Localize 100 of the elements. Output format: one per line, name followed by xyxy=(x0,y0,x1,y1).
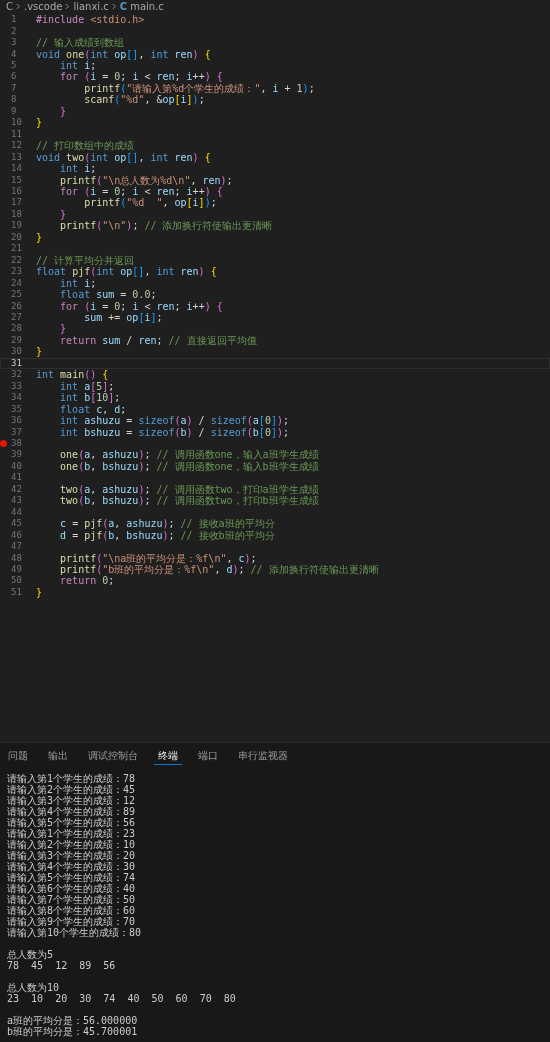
panel-tab[interactable]: 串行监视器 xyxy=(234,747,292,765)
line-number: 2 xyxy=(11,25,17,37)
line-number: 44 xyxy=(11,506,22,518)
line-number: 20 xyxy=(11,231,22,243)
code-line: for (i = 0; i < ren; i++) { xyxy=(59,71,223,83)
code-line: two(a, ashuzu); // 调用函数two，打印a班学生成绩 xyxy=(59,483,319,495)
line-number: 41 xyxy=(11,472,22,484)
line-number: 4 xyxy=(11,48,17,60)
code-line: printf("b班的平均分是：%f\n", d); // 添加换行符使输出更清晰 xyxy=(59,563,379,575)
code-line: for (i = 0; i < ren; i++) { xyxy=(59,300,223,312)
panel-tab[interactable]: 端口 xyxy=(194,747,222,765)
code-line: printf("\n"); // 添加换行符使输出更清晰 xyxy=(59,220,273,232)
code-line: printf("\na班的平均分是：%f\n", c); xyxy=(59,552,257,564)
code-line: // 计算平均分并返回 xyxy=(36,254,135,266)
terminal-output-line: 请输入第1个学生的成绩：23 xyxy=(7,828,137,839)
line-number: 47 xyxy=(11,541,22,553)
line-number: 34 xyxy=(11,392,22,404)
line-number: 13 xyxy=(11,151,22,163)
breadcrumb-item[interactable]: C xyxy=(6,0,13,13)
line-number: 11 xyxy=(11,128,22,140)
code-line: sum += op[i]; xyxy=(83,312,163,323)
panel-tab[interactable]: 终端 xyxy=(154,747,182,765)
code-line: c = pjf(a, ashuzu); // 接收a班的平均分 xyxy=(59,518,275,530)
code-line: float sum = 0.0; xyxy=(59,289,157,301)
terminal-output-line: 请输入第3个学生的成绩：12 xyxy=(7,795,137,806)
code-line: void one(int op[], int ren) { xyxy=(36,48,211,60)
line-number: 27 xyxy=(11,312,22,323)
line-number: 39 xyxy=(11,449,22,461)
terminal-output-line: 请输入第5个学生的成绩：56 xyxy=(7,817,137,828)
code-line: } xyxy=(59,323,67,335)
line-number: 19 xyxy=(11,220,22,232)
breadcrumb-item[interactable]: main.c xyxy=(130,0,164,13)
code-line: for (i = 0; i < ren; i++) { xyxy=(59,186,223,197)
code-line: return sum / ren; // 直接返回平均值 xyxy=(59,334,257,346)
line-number: 30 xyxy=(11,346,22,358)
code-line: int a[5]; xyxy=(59,380,115,392)
code-line: int bshuzu = sizeof(b) / sizeof(b[0]); xyxy=(59,426,289,438)
code-line: one(b, bshuzu); // 调用函数one，输入b班学生成绩 xyxy=(59,460,319,472)
breadcrumb-item[interactable]: .vscode xyxy=(24,0,63,13)
code-line: float c, d; xyxy=(59,403,127,415)
line-number: 43 xyxy=(11,495,22,507)
panel-tab[interactable]: 问题 xyxy=(4,747,32,765)
terminal-output-line: 请输入第4个学生的成绩：89 xyxy=(7,806,137,817)
line-number: 31 xyxy=(11,357,22,369)
line-number: 26 xyxy=(11,300,22,312)
code-line: float pjf(int op[], int ren) { xyxy=(36,266,217,278)
line-number: 24 xyxy=(11,277,22,289)
line-number: 7 xyxy=(11,82,17,94)
chevron-icon xyxy=(16,3,21,10)
line-number: 50 xyxy=(11,575,22,587)
breadcrumb-item[interactable]: lianxi.c xyxy=(73,0,109,13)
code-line: } xyxy=(36,117,43,129)
line-number: 12 xyxy=(11,140,22,152)
line-number: 5 xyxy=(11,60,17,72)
terminal-output-line: 请输入第1个学生的成绩：78 xyxy=(7,773,137,784)
line-number: 28 xyxy=(11,323,22,335)
terminal-output-line: a班的平均分是：56.000000 xyxy=(7,1015,139,1026)
panel-tab[interactable]: 输出 xyxy=(44,747,72,765)
line-number: 21 xyxy=(11,243,22,255)
line-number: 3 xyxy=(11,37,17,49)
code-line: void two(int op[], int ren) { xyxy=(36,151,211,163)
code-line: } xyxy=(59,105,67,117)
code-line: #include <stdio.h> xyxy=(36,14,145,26)
chevron-icon xyxy=(111,3,117,10)
terminal-output-line: 请输入第7个学生的成绩：50 xyxy=(7,894,137,905)
terminal-output-line: 请输入第8个学生的成绩：60 xyxy=(7,905,137,916)
line-number: 10 xyxy=(11,117,22,129)
line-number: 46 xyxy=(11,529,22,541)
code-line: d = pjf(b, bshuzu); // 接收b班的平均分 xyxy=(59,529,275,541)
terminal-output-line: 请输入第9个学生的成绩：70 xyxy=(7,916,137,927)
line-number: 14 xyxy=(11,163,22,175)
line-number: 16 xyxy=(11,186,22,197)
line-number: 25 xyxy=(11,289,22,301)
breakpoint-dot[interactable] xyxy=(0,439,7,447)
code-line: } xyxy=(36,346,43,358)
code-line: int b[10]; xyxy=(59,392,121,404)
line-number: 15 xyxy=(11,174,22,186)
line-number: 33 xyxy=(11,380,22,392)
code-line: } xyxy=(59,208,67,220)
line-number: 42 xyxy=(11,483,22,495)
code-line: printf("\n总人数为%d\n", ren); xyxy=(59,174,233,186)
line-number: 9 xyxy=(11,105,17,117)
line-number: 22 xyxy=(11,254,22,266)
code-line: // 打印数组中的成绩 xyxy=(36,140,135,152)
code-line: int ashuzu = sizeof(a) / sizeof(a[0]); xyxy=(59,415,289,427)
c-file-icon: C xyxy=(119,0,128,13)
line-number: 38 xyxy=(11,438,22,449)
terminal-output-line: 请输入第10个学生的成绩：80 xyxy=(7,927,143,938)
code-line: // 输入成绩到数组 xyxy=(36,37,125,49)
line-number: 49 xyxy=(11,563,22,575)
terminal-output-line: 23 10 20 30 74 40 50 60 70 80 xyxy=(7,993,237,1004)
terminal-output-line: b班的平均分是：45.700001 xyxy=(7,1026,139,1037)
line-number: 40 xyxy=(11,460,22,472)
code-line: int i; xyxy=(59,60,97,72)
line-number: 51 xyxy=(11,586,22,598)
line-number: 36 xyxy=(11,415,22,427)
terminal-output-line: 总人数为5 xyxy=(7,949,55,960)
terminal-output-line: 78 45 12 89 56 xyxy=(7,960,117,971)
terminal-output-line: 请输入第6个学生的成绩：40 xyxy=(7,883,137,894)
panel-tab[interactable]: 调试控制台 xyxy=(84,747,142,765)
